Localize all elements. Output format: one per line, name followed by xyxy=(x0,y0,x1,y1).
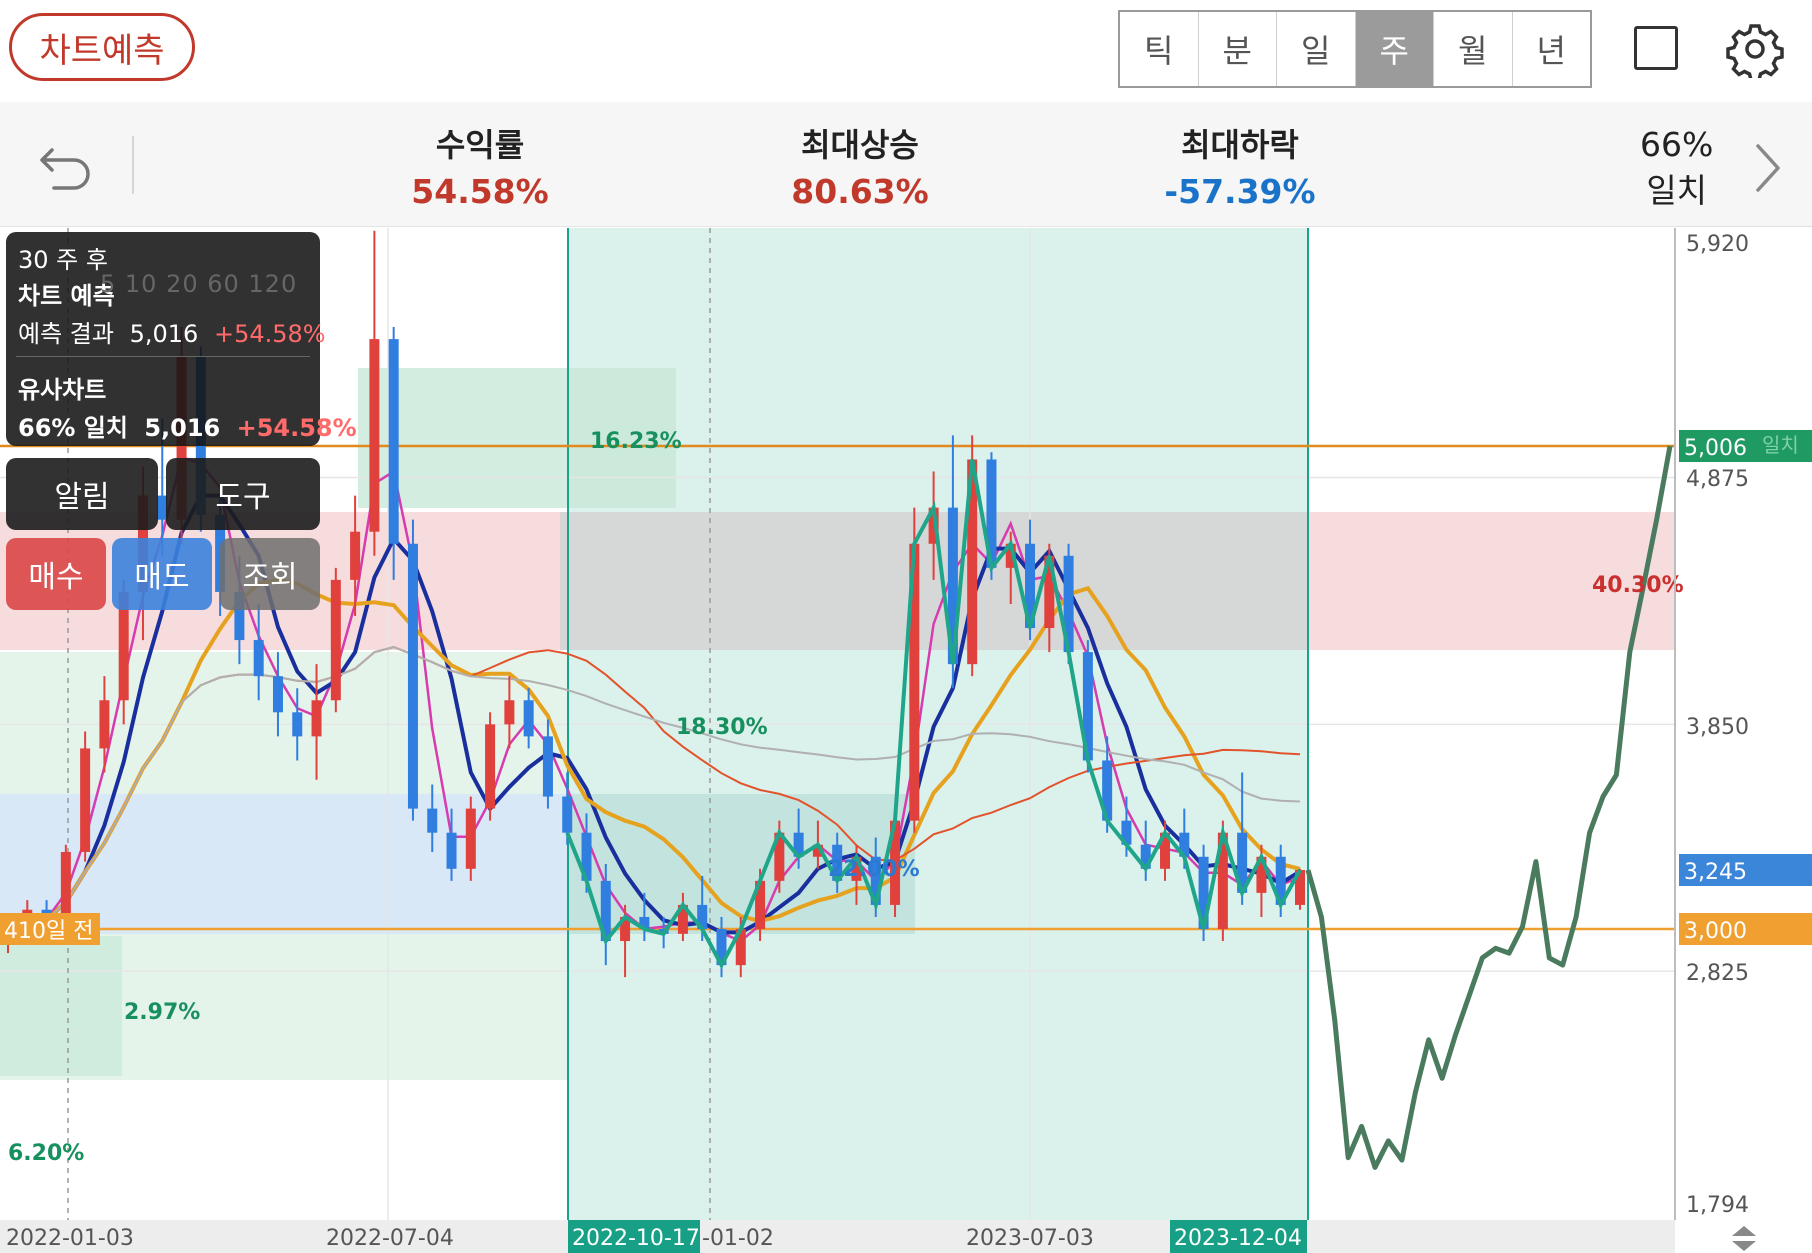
candle-body xyxy=(80,748,91,852)
zone-green-bottom xyxy=(0,936,122,1076)
candle-body xyxy=(446,832,457,869)
x-tick-label: 2022-01-03 xyxy=(6,1226,134,1251)
price-tag-entry-value: 3,000 xyxy=(1684,919,1747,944)
candle-body xyxy=(99,700,110,749)
period-tab-day[interactable]: 일 xyxy=(1277,12,1356,86)
candle-body xyxy=(388,339,399,544)
top-bar: 차트예측 틱 분 일 주 월 년 xyxy=(0,0,1812,100)
candle-body xyxy=(350,531,361,580)
zone-pct-label: 22.00% xyxy=(828,857,920,882)
match-label: 일치 xyxy=(1646,171,1708,210)
overlay-result-row: 예측 결과 5,016 +54.58% xyxy=(18,314,326,349)
layout-toggle-icon[interactable] xyxy=(1634,26,1678,70)
sell-button[interactable]: 매도 xyxy=(112,538,212,610)
overlay-similar-label: 66% 일치 xyxy=(18,414,128,442)
stat-max-fall: 최대하락 -57.39% xyxy=(1150,120,1330,211)
candle-body xyxy=(292,712,303,737)
candle-body xyxy=(253,640,264,677)
period-selector: 틱 분 일 주 월 년 xyxy=(1118,10,1592,88)
stat-max-fall-value: -57.39% xyxy=(1164,172,1316,211)
chart-predict-button[interactable]: 차트예측 xyxy=(9,13,195,81)
price-tag-match-label: 일치 xyxy=(1762,433,1799,457)
undo-arrow-icon[interactable] xyxy=(36,136,96,196)
match-indicator: 66% 일치 xyxy=(1640,122,1713,214)
candle-body xyxy=(427,808,438,833)
overlay-similar-title: 유사차트 xyxy=(18,376,107,404)
overlay-similar-value: 5,016 xyxy=(144,414,221,442)
candle-body xyxy=(369,339,380,532)
overlay-divider xyxy=(16,356,310,357)
inquiry-button[interactable]: 조회 xyxy=(220,538,320,610)
x-tick-label: 2023-07-03 xyxy=(966,1226,1094,1251)
candle-body xyxy=(562,796,573,833)
x-tick-label: 2022-07-04 xyxy=(326,1226,454,1251)
candle-body xyxy=(523,700,534,737)
settings-gear-icon[interactable] xyxy=(1726,20,1784,78)
chevron-right-icon[interactable] xyxy=(1748,138,1788,198)
tool-button[interactable]: 도구 xyxy=(166,458,320,530)
buy-button[interactable]: 매수 xyxy=(6,538,106,610)
stat-return: 수익률 54.58% xyxy=(400,120,560,211)
y-tick-label: 1,794 xyxy=(1686,1193,1749,1218)
price-tag-match-value: 5,006 xyxy=(1684,436,1747,461)
alert-button[interactable]: 알림 xyxy=(6,458,158,530)
stat-max-rise-label: 최대상승 xyxy=(801,126,919,164)
candle-body xyxy=(330,579,341,701)
candle-body xyxy=(465,808,476,869)
overlay-similar-pct: +54.58% xyxy=(236,414,357,442)
zone-pct-label: 18.30% xyxy=(676,715,768,740)
stat-return-value: 54.58% xyxy=(411,172,549,211)
y-tick-label: 3,850 xyxy=(1686,715,1749,740)
candle-body xyxy=(485,724,496,809)
overlay-similar-row: 66% 일치 5,016 +54.58% xyxy=(18,408,357,443)
stat-max-rise-value: 80.63% xyxy=(791,172,929,211)
period-tab-month[interactable]: 월 xyxy=(1434,12,1513,86)
match-percent: 66% xyxy=(1640,125,1714,164)
zone-pct-label: 6.20% xyxy=(8,1141,84,1166)
y-tick-label: 4,875 xyxy=(1686,467,1749,492)
x-tick-label: 2022-10-17 xyxy=(572,1226,700,1251)
price-tag-current-value: 3,245 xyxy=(1684,860,1747,885)
ma-legend: 5 10 20 60 120 xyxy=(100,270,298,298)
zone-pct-label: 40.30% xyxy=(1592,573,1684,598)
period-tab-tick[interactable]: 틱 xyxy=(1120,12,1199,86)
overlay-result-label: 예측 결과 xyxy=(18,320,114,348)
zone-pct-label: 2.97% xyxy=(124,1000,200,1025)
overlay-period: 30 주 후 xyxy=(18,246,108,274)
prediction-info-panel: 30 주 후 차트 예측 예측 결과 5,016 +54.58% 유사차트 66… xyxy=(6,232,357,446)
x-axis-bar xyxy=(0,1220,1675,1253)
period-tab-week[interactable]: 주 xyxy=(1355,12,1434,86)
candle-body xyxy=(407,543,418,809)
divider xyxy=(132,136,134,194)
overlay-result-pct: +54.58% xyxy=(213,320,326,348)
zone-pct-label: 16.23% xyxy=(590,429,682,454)
overlay-result-value: 5,016 xyxy=(129,320,199,348)
scroll-arrows-icon[interactable] xyxy=(1732,1226,1756,1251)
stats-bar: 수익률 54.58% 최대상승 80.63% 최대하락 -57.39% 66% … xyxy=(0,102,1812,227)
y-tick-label: 5,920 xyxy=(1686,232,1749,257)
period-tab-minute[interactable]: 분 xyxy=(1199,12,1277,86)
candle-body xyxy=(311,700,322,737)
candle-body xyxy=(542,736,553,797)
x-tick-label: 2023-12-04 xyxy=(1174,1226,1302,1251)
candle-body xyxy=(272,676,283,713)
stat-max-rise: 최대상승 80.63% xyxy=(780,120,940,211)
period-tab-year[interactable]: 년 xyxy=(1513,12,1591,86)
left-tag-label: 410일 전 xyxy=(4,919,93,944)
y-tick-label: 2,825 xyxy=(1686,961,1749,986)
stat-max-fall-label: 최대하락 xyxy=(1181,126,1299,164)
stat-return-label: 수익률 xyxy=(435,126,525,164)
candle-body xyxy=(60,851,71,917)
candle-body xyxy=(504,700,515,725)
x-tick-label: -01-02 xyxy=(702,1226,774,1251)
